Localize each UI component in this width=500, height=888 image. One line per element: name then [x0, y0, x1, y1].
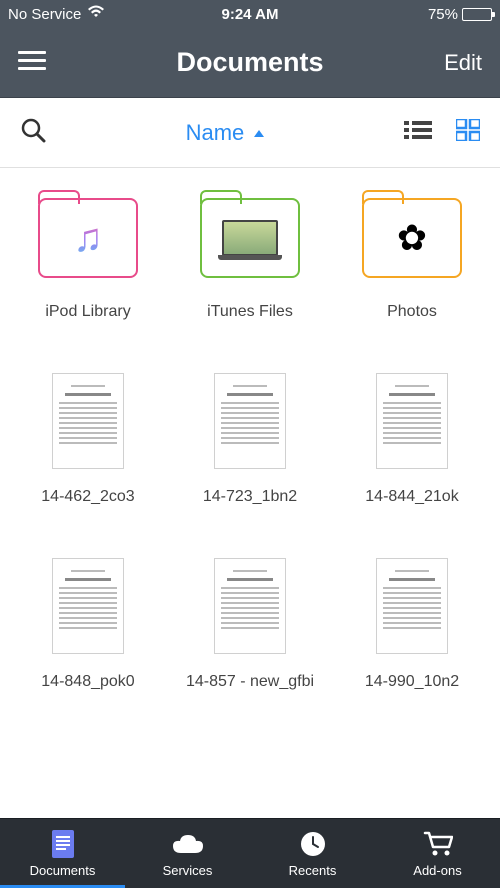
- document-label: 14-857 - new_gfbi: [180, 672, 320, 693]
- document-item[interactable]: 14-848_pok0: [18, 558, 158, 693]
- folder-icon: ✿: [362, 198, 462, 278]
- chevron-up-icon: [254, 130, 264, 137]
- document-label: 14-462_2co3: [18, 487, 158, 508]
- folder-icon: [200, 198, 300, 278]
- folder-label: Photos: [342, 302, 482, 323]
- sort-button[interactable]: Name: [90, 120, 360, 146]
- document-item[interactable]: 14-990_10n2: [342, 558, 482, 693]
- music-icon: ♫: [73, 216, 103, 261]
- flower-icon: ✿: [397, 217, 427, 259]
- sort-label: Name: [186, 120, 245, 145]
- document-icon: [376, 558, 448, 654]
- laptop-icon: [222, 220, 278, 256]
- tab-addons[interactable]: Add-ons: [375, 819, 500, 888]
- document-icon: [52, 558, 124, 654]
- tab-recents[interactable]: Recents: [250, 819, 375, 888]
- page-title: Documents: [78, 47, 422, 78]
- folder-ipod-library[interactable]: ♫ iPod Library: [18, 198, 158, 323]
- document-label: 14-844_21ok: [342, 487, 482, 508]
- grid-icon: [456, 119, 480, 141]
- list-view-button[interactable]: [404, 119, 432, 146]
- list-icon: [404, 119, 432, 141]
- document-item[interactable]: 14-857 - new_gfbi: [180, 558, 320, 693]
- grid-view-button[interactable]: [456, 119, 480, 146]
- cloud-icon: [171, 829, 205, 859]
- folder-icon: ♫: [38, 198, 138, 278]
- tab-label: Services: [163, 863, 213, 878]
- document-label: 14-848_pok0: [18, 672, 158, 693]
- menu-icon[interactable]: [18, 46, 46, 75]
- battery-icon: [462, 8, 492, 21]
- carrier-text: No Service: [8, 6, 81, 23]
- clock-icon: [300, 829, 326, 859]
- search-button[interactable]: [20, 117, 90, 148]
- cart-icon: [423, 829, 453, 859]
- edit-button[interactable]: Edit: [422, 50, 482, 76]
- documents-grid[interactable]: ♫ iPod Library iTunes Files ✿ Photos 14-…: [0, 168, 500, 788]
- wifi-icon: [87, 5, 105, 23]
- tab-label: Documents: [30, 863, 96, 878]
- search-icon: [20, 117, 46, 143]
- folder-itunes-files[interactable]: iTunes Files: [180, 198, 320, 323]
- tab-services[interactable]: Services: [125, 819, 250, 888]
- tab-label: Add-ons: [413, 863, 461, 878]
- document-item[interactable]: 14-723_1bn2: [180, 373, 320, 508]
- tab-label: Recents: [289, 863, 337, 878]
- status-bar: No Service 9:24 AM 75%: [0, 0, 500, 28]
- document-item[interactable]: 14-844_21ok: [342, 373, 482, 508]
- battery-pct: 75%: [428, 6, 458, 23]
- document-tab-icon: [52, 829, 74, 859]
- document-label: 14-990_10n2: [342, 672, 482, 693]
- document-icon: [52, 373, 124, 469]
- folder-label: iTunes Files: [180, 302, 320, 323]
- document-icon: [376, 373, 448, 469]
- folder-photos[interactable]: ✿ Photos: [342, 198, 482, 323]
- status-time: 9:24 AM: [169, 6, 330, 23]
- nav-bar: Documents Edit: [0, 28, 500, 98]
- document-icon: [214, 558, 286, 654]
- document-label: 14-723_1bn2: [180, 487, 320, 508]
- folder-label: iPod Library: [18, 302, 158, 323]
- tab-documents[interactable]: Documents: [0, 819, 125, 888]
- document-item[interactable]: 14-462_2co3: [18, 373, 158, 508]
- document-icon: [214, 373, 286, 469]
- toolbar: Name: [0, 98, 500, 168]
- tab-bar: Documents Services Recents Add-ons: [0, 818, 500, 888]
